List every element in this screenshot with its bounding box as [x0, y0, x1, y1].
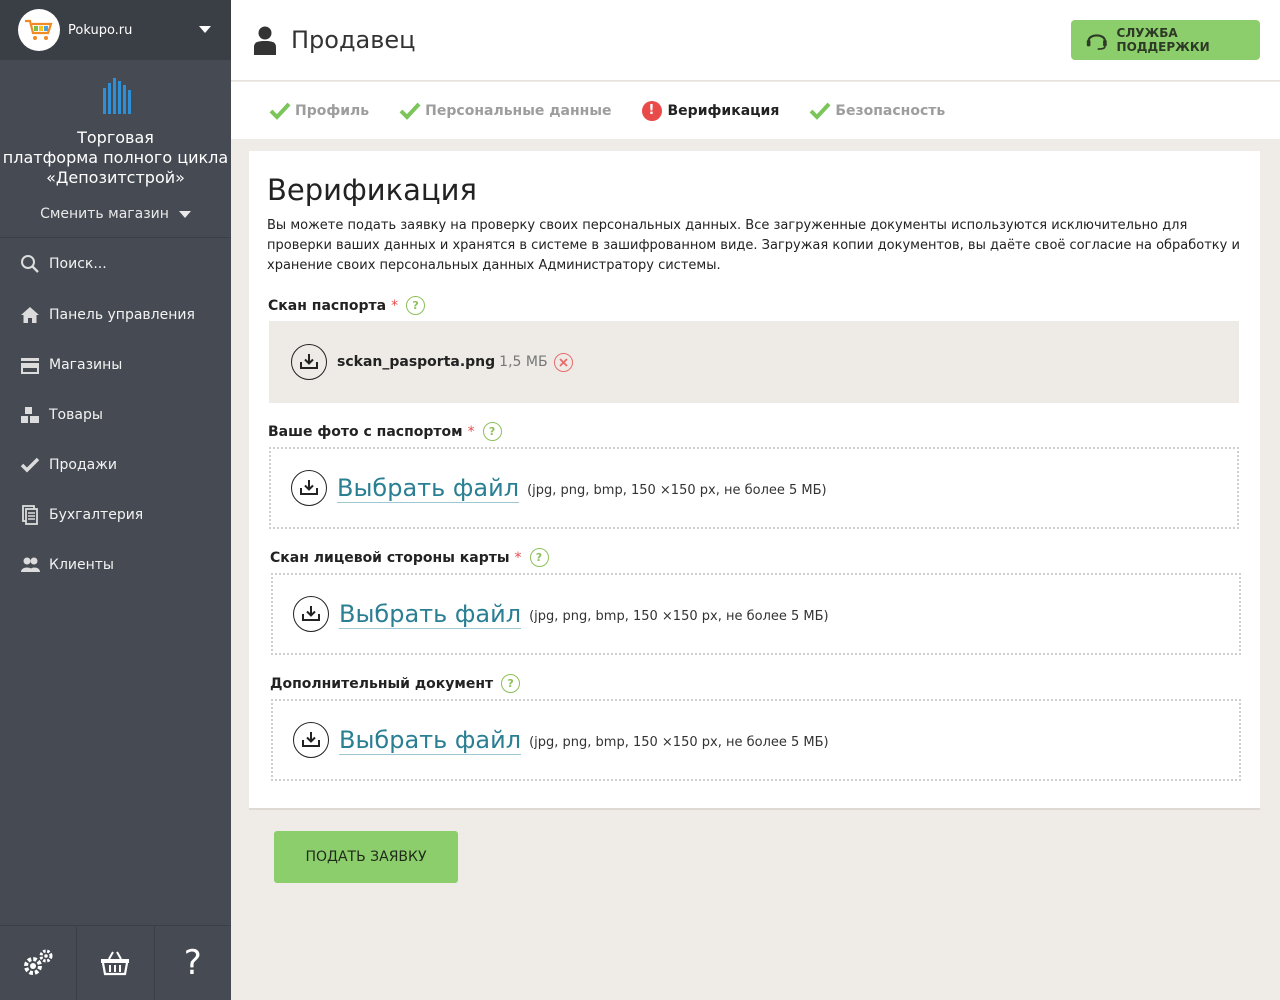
users-icon	[21, 557, 40, 572]
passport-scan-uploaded: sckan_pasporta.png 1,5 МБ	[269, 321, 1239, 403]
upload-icon[interactable]	[293, 722, 329, 758]
boxes-icon	[21, 407, 39, 423]
help-icon[interactable]: ?	[482, 422, 502, 441]
help-icon[interactable]: ?	[529, 548, 549, 567]
sidebar-item-dashboard[interactable]: Панель управления	[0, 290, 231, 340]
brand-title: Торговая платформа полного цикла «Депози…	[2, 128, 229, 187]
file-hint: (jpg, png, bmp, 150 ×150 px, не более 5 …	[529, 608, 829, 624]
help-button[interactable]: ?	[155, 926, 231, 1000]
page-title: Продавец	[253, 25, 416, 55]
tab-security[interactable]: Безопасность	[809, 102, 945, 120]
required-mark: *	[514, 549, 522, 566]
search-icon	[21, 255, 39, 273]
form-title: Верификация	[267, 173, 477, 207]
question-icon: ?	[183, 943, 202, 983]
tab-personal-data[interactable]: Персональные данные	[399, 102, 612, 120]
help-icon[interactable]: ?	[501, 674, 521, 693]
choose-file-link[interactable]: Выбрать файл	[339, 600, 522, 629]
submit-button[interactable]: ПОДАТЬ ЗАЯВКУ	[274, 831, 458, 883]
gears-icon	[24, 949, 53, 975]
cart-logo-icon	[25, 19, 53, 40]
photo-with-passport-label: Ваше фото с паспортом * ?	[268, 422, 502, 441]
card-front-label: Скан лицевой стороны карты * ?	[270, 548, 549, 567]
check-mark-icon	[269, 102, 291, 120]
remove-file-icon[interactable]	[553, 352, 573, 372]
basket-button[interactable]	[77, 926, 155, 1000]
home-icon	[21, 307, 39, 323]
verification-card: Верификация Вы можете подать заявку на п…	[249, 151, 1260, 810]
tab-profile[interactable]: Профиль	[269, 102, 369, 120]
brand-block: Торговая платформа полного цикла «Депози…	[0, 60, 231, 238]
basket-icon	[101, 951, 130, 976]
user-icon	[254, 26, 276, 55]
check-mark-icon	[399, 102, 421, 120]
store-icon	[21, 358, 39, 374]
tab-verification[interactable]: ! Верификация	[641, 100, 779, 121]
sidebar: Pokupo.ru Торговая платформа полного цик…	[0, 0, 231, 1000]
file-size: 1,5 МБ	[499, 354, 548, 370]
sidebar-item-clients[interactable]: Клиенты	[0, 540, 231, 590]
help-icon[interactable]: ?	[406, 296, 426, 315]
form-intro: Вы можете подать заявку на проверку свои…	[267, 218, 1240, 273]
card-front-dropzone[interactable]: Выбрать файл (jpg, png, bmp, 150 ×150 px…	[271, 573, 1241, 655]
building-logo-icon	[102, 78, 131, 114]
choose-file-link[interactable]: Выбрать файл	[337, 474, 520, 503]
header: Продавец СЛУЖБА ПОДДЕРЖКИ	[231, 0, 1280, 81]
required-mark: *	[391, 297, 399, 314]
required-mark: *	[467, 423, 475, 440]
sidebar-search[interactable]: Поиск...	[0, 238, 231, 290]
tabs: Профиль Персональные данные ! Верификаци…	[231, 82, 1280, 139]
choose-file-link[interactable]: Выбрать файл	[339, 726, 522, 755]
store-name: Pokupo.ru	[68, 22, 133, 38]
change-store-button[interactable]: Сменить магазин	[40, 206, 191, 222]
sidebar-bottom-bar: ?	[0, 925, 231, 1000]
photo-with-passport-dropzone[interactable]: Выбрать файл (jpg, png, bmp, 150 ×150 px…	[269, 447, 1239, 529]
file-hint: (jpg, png, bmp, 150 ×150 px, не более 5 …	[529, 734, 829, 750]
sidebar-item-products[interactable]: Товары	[0, 390, 231, 440]
check-mark-icon	[809, 102, 831, 120]
additional-doc-dropzone[interactable]: Выбрать файл (jpg, png, bmp, 150 ×150 px…	[271, 699, 1241, 781]
store-switcher[interactable]: Pokupo.ru	[0, 0, 231, 60]
sidebar-item-stores[interactable]: Магазины	[0, 340, 231, 390]
settings-button[interactable]	[0, 926, 78, 1000]
alert-icon: !	[641, 100, 662, 121]
download-icon[interactable]	[291, 344, 327, 380]
store-logo	[18, 9, 60, 51]
passport-scan-label: Скан паспорта * ?	[268, 296, 426, 315]
file-hint: (jpg, png, bmp, 150 ×150 px, не более 5 …	[527, 482, 827, 498]
support-button[interactable]: СЛУЖБА ПОДДЕРЖКИ	[1071, 20, 1260, 60]
file-name: sckan_pasporta.png	[337, 354, 496, 370]
upload-icon[interactable]	[293, 596, 329, 632]
headset-icon	[1086, 34, 1107, 50]
documents-icon	[22, 505, 38, 525]
upload-icon[interactable]	[291, 470, 327, 506]
check-icon	[20, 457, 40, 473]
sidebar-item-sales[interactable]: Продажи	[0, 440, 231, 490]
sidebar-item-accounting[interactable]: Бухгалтерия	[0, 490, 231, 540]
caret-down-icon	[178, 210, 191, 218]
additional-doc-label: Дополнительный документ ?	[270, 674, 521, 693]
chevron-down-icon[interactable]	[199, 26, 211, 33]
